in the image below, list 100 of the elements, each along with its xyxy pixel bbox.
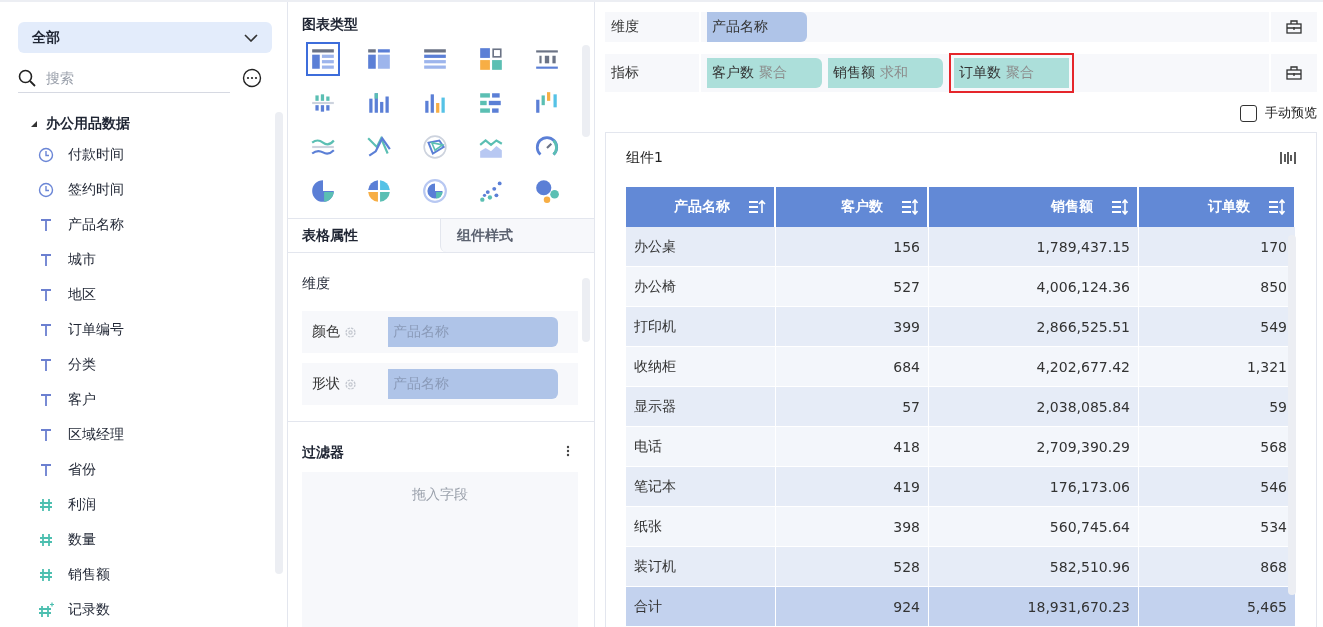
tab[interactable]: 组件样式 [439,219,594,252]
bar-stacked-chart-icon [366,90,392,116]
field-chip[interactable]: 客户数 聚合 [707,58,822,88]
table-cell: 398 [776,507,929,547]
field-item[interactable]: 城市 [68,250,96,269]
field-chip[interactable]: 订单数 聚合 [949,53,1074,93]
text-type-icon [38,286,54,303]
table-cell: 2,866,525.51 [929,307,1139,347]
table-cell: 528 [776,547,929,587]
field-item[interactable]: 产品名称 [68,215,124,234]
hash-icon [38,566,54,583]
table-cell: 1,789,437.15 [929,227,1139,267]
detail-table-chart-icon [310,46,336,72]
pie-chart-icon [310,178,336,204]
table-cell: 办公椅 [626,267,776,307]
filter-title: 过滤器 [302,444,344,462]
multi-block-chart-icon [478,46,504,72]
text-type-icon [38,216,54,233]
shelf-label: 指标 [605,54,701,92]
table-cell: 419 [776,467,929,507]
field-item[interactable]: 省份 [68,460,96,479]
field-item[interactable]: 客户 [68,390,96,409]
clock-icon [38,181,54,198]
checkbox-label[interactable]: 手动预览 [1265,104,1317,122]
bubble-chart-icon [534,178,560,204]
total-cell: 5,465 [1139,587,1296,627]
toolbox-icon [1286,20,1302,34]
section-label: 维度 [302,275,330,291]
chevron-down-icon [244,33,258,42]
table-cell: 582,510.96 [929,547,1139,587]
total-cell: 18,931,670.23 [929,587,1139,627]
field-item[interactable]: 签约时间 [68,180,124,199]
hash-icon [38,531,54,548]
field-item[interactable]: 区域经理 [68,425,124,444]
section-title: 图表类型 [302,16,359,34]
radar-chart-icon [422,134,448,160]
table-cell: 笔记本 [626,467,776,507]
table-cell: 2,038,085.84 [929,387,1139,427]
text-type-icon [38,251,54,268]
total-cell: 合计 [626,587,776,627]
chart-settings-icon[interactable] [1280,150,1296,166]
field-chip[interactable]: 销售额 求和 [828,58,943,88]
chart-type-button[interactable] [306,42,340,76]
total-cell: 924 [776,587,929,627]
more-icon[interactable] [242,68,262,88]
field-item[interactable]: 利润 [68,495,96,514]
shelf-label: 维度 [605,12,701,42]
collapse-triangle-icon[interactable] [30,120,38,128]
table-cell: 4,006,124.36 [929,267,1139,307]
scope-dropdown[interactable]: 全部 [18,22,272,53]
table-cell: 527 [776,267,929,307]
sort-icon[interactable] [1111,199,1129,215]
text-type-icon [38,391,54,408]
text-type-icon [38,426,54,443]
field-item[interactable]: 记录数 [68,600,110,619]
hash-icon [38,496,54,513]
search-field[interactable]: 搜索 [18,63,230,93]
text-type-icon [38,356,54,373]
group-table-chart-icon [366,46,392,72]
field-item[interactable]: 付款时间 [68,145,124,164]
table-cell: 399 [776,307,929,347]
table-cell: 显示器 [626,387,776,427]
field-item[interactable]: 订单编号 [68,320,124,339]
hash-star-icon [38,601,54,618]
table-cell: 打印机 [626,307,776,347]
table-cell: 684 [776,347,929,387]
dataset-name[interactable]: 办公用品数据 [46,115,130,133]
widget-title: 组件1 [626,149,663,167]
field-item[interactable]: 销售额 [68,565,110,584]
table-cell: 418 [776,427,929,467]
checkbox[interactable] [1240,104,1257,122]
toolbox-icon [1286,66,1302,80]
field-item[interactable]: 数量 [68,530,96,549]
sort-icon[interactable] [1268,199,1286,215]
table-cell: 176,173.06 [929,467,1139,507]
table-cell: 装订机 [626,547,776,587]
field-item[interactable]: 分类 [68,355,96,374]
property-label: 形状 [312,375,340,393]
table-cell: 4,202,677.42 [929,347,1139,387]
search-icon [18,68,36,87]
table-cell: 办公桌 [626,227,776,267]
text-type-icon [38,321,54,338]
table-cell: 纸张 [626,507,776,547]
table-cell: 170 [1139,227,1296,267]
table-cell: 57 [776,387,929,427]
text-type-icon [38,461,54,478]
cross-table-chart-icon [422,46,448,72]
sort-icon[interactable] [748,199,766,215]
field-chip[interactable]: 产品名称 [707,12,807,42]
bar-range-chart-icon [534,90,560,116]
field-item[interactable]: 地区 [68,285,96,304]
table-cell: 2,709,390.29 [929,427,1139,467]
sort-icon[interactable] [901,199,919,215]
table-cell: 收纳柜 [626,347,776,387]
property-label: 颜色 [312,323,340,341]
table-cell: 560,745.64 [929,507,1139,547]
bar-horizontal-chart-icon [478,90,504,116]
pie-multi-chart-icon [366,178,392,204]
kebab-menu-icon[interactable] [566,444,570,458]
donut-chart-icon [422,178,448,204]
